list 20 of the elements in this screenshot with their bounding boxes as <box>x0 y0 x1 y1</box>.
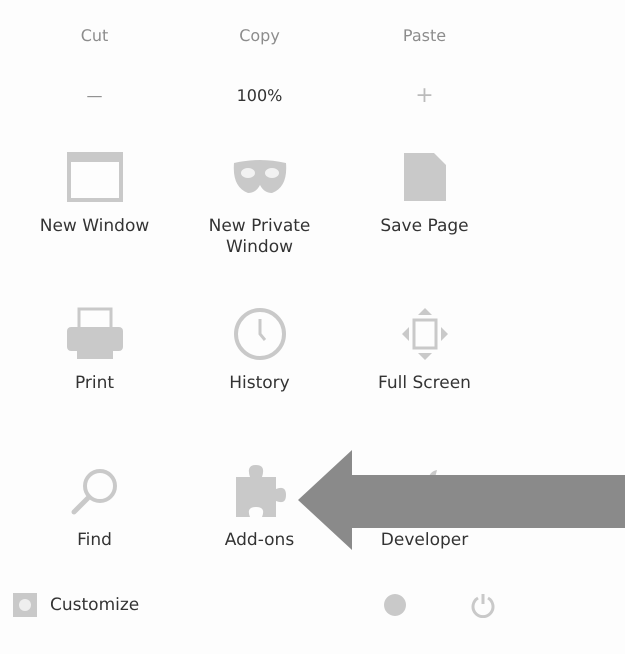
page-icon <box>402 151 448 203</box>
menu-item[interactable]: New Window <box>24 216 164 238</box>
menu-item[interactable]: History <box>190 373 330 394</box>
menu-item[interactable]: Developer <box>354 530 494 552</box>
window-icon <box>66 152 122 202</box>
help-icon <box>382 592 408 618</box>
menu-item[interactable]: Save Page <box>354 216 494 238</box>
menu-item[interactable]: Print <box>24 373 164 394</box>
search-icon <box>70 466 120 516</box>
power-icon <box>470 592 496 618</box>
menu-item[interactable]: New Private Window <box>190 216 330 258</box>
menu-item[interactable]: Find <box>24 530 164 552</box>
fullscreen-icon <box>400 306 450 362</box>
customize-button[interactable]: Customize <box>50 595 140 615</box>
printer-icon <box>64 307 124 361</box>
menu-item[interactable]: Add-ons <box>190 530 330 552</box>
zoom-reset-button[interactable]: 100% <box>228 82 290 108</box>
customize-icon <box>12 592 38 618</box>
menu-item[interactable]: Full Screen <box>354 373 494 394</box>
clock-icon <box>232 307 286 361</box>
